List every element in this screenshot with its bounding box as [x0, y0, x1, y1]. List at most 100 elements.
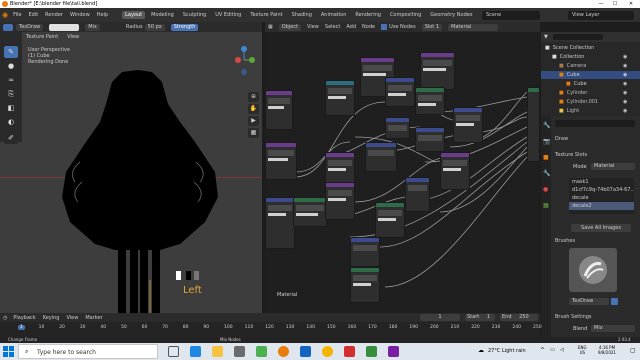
visibility-eye-icon[interactable]: ◉ — [623, 80, 627, 88]
texture-tab-icon[interactable]: ▦ — [543, 202, 549, 209]
brush-name-field[interactable]: TexDraw — [569, 298, 609, 305]
grid-view-icon[interactable]: ▦ — [248, 128, 259, 138]
fake-user-icon[interactable] — [611, 298, 618, 305]
minimize-button[interactable]: — — [594, 0, 608, 8]
taskbar-search-box[interactable]: ⌕ Type here to search — [18, 344, 158, 359]
workspace-tab-shading[interactable]: Shading — [289, 11, 315, 19]
menu-render[interactable]: Render — [45, 12, 63, 18]
tool-tab-icon[interactable]: 🔧 — [543, 122, 550, 129]
store-icon[interactable] — [234, 346, 245, 357]
app-icon[interactable] — [388, 346, 399, 357]
app-icon[interactable] — [366, 346, 377, 357]
notifications-icon[interactable]: ▢ — [630, 347, 636, 354]
timeline-menu-playback[interactable]: Playback — [13, 315, 35, 321]
editor-type-icon[interactable]: ◷ — [3, 315, 7, 321]
brush-preview-thumbnail[interactable] — [569, 248, 617, 292]
visibility-eye-icon[interactable]: ◉ — [623, 53, 627, 61]
edge-browser-icon[interactable] — [190, 346, 201, 357]
outliner-row-scene-collection[interactable]: ■ Scene Collection — [541, 44, 640, 52]
texture-slot-item[interactable]: mask1 — [569, 178, 634, 186]
workspace-tab-texture-paint[interactable]: Texture Paint — [247, 11, 285, 19]
file-explorer-icon[interactable] — [212, 346, 223, 357]
current-frame-field[interactable]: 1 — [420, 314, 460, 321]
math-node[interactable] — [385, 117, 410, 139]
add-menu[interactable]: Add — [346, 24, 356, 30]
texture-slot-item[interactable]: decale — [569, 194, 634, 202]
clone-tool-icon[interactable]: ⎘ — [4, 88, 18, 100]
visibility-eye-icon[interactable]: ◉ — [623, 98, 627, 106]
mode-selector[interactable]: Material — [591, 163, 635, 170]
mix-node[interactable] — [350, 237, 380, 267]
mix-node[interactable] — [265, 197, 295, 249]
radius-field[interactable]: 50 px — [144, 23, 165, 31]
close-button[interactable]: ✕ — [624, 0, 638, 8]
chrome-app-icon[interactable] — [322, 346, 333, 357]
brush-icon[interactable] — [3, 23, 13, 31]
pan-icon[interactable]: ✋ — [248, 104, 259, 114]
windows-start-icon[interactable] — [3, 346, 14, 357]
texture-slot-item[interactable]: d1cf7c9q-74b07a34-67... — [569, 186, 634, 194]
outliner-row-light[interactable]: ■ Light ◉ — [541, 107, 640, 115]
spotify-icon[interactable] — [256, 346, 267, 357]
shader-type-selector[interactable]: Object — [278, 23, 302, 31]
network-icon[interactable]: ▭ — [550, 347, 555, 353]
smear-tool-icon[interactable]: ≈ — [4, 74, 18, 86]
language-indicator[interactable]: ENG US — [578, 345, 587, 355]
brush-color-swatch[interactable] — [49, 23, 80, 31]
end-frame-field[interactable]: End 250 — [500, 314, 538, 321]
workspace-tab-modeling[interactable]: Modeling — [148, 11, 177, 19]
workspace-tab-sculpting[interactable]: Sculpting — [180, 11, 209, 19]
visibility-eye-icon[interactable]: ◉ — [623, 62, 627, 70]
object-tab-icon[interactable]: ■ — [543, 154, 549, 161]
weather-text[interactable]: 27°C Light rain — [488, 348, 526, 354]
workspace-tab-rendering[interactable]: Rendering — [352, 11, 384, 19]
workspace-tab-uv-editing[interactable]: UV Editing — [212, 11, 244, 19]
mask-tool-icon[interactable]: ◐ — [4, 116, 18, 128]
render-tab-icon[interactable]: 📷 — [543, 138, 550, 145]
mix-node[interactable] — [385, 77, 415, 107]
principled-bsdf-node[interactable] — [527, 87, 540, 162]
color-ramp-node[interactable] — [415, 87, 445, 115]
image-texture-node[interactable] — [265, 142, 297, 180]
texture-coordinate-node[interactable] — [265, 90, 293, 130]
slot-selector[interactable]: Slot 1 — [421, 23, 443, 31]
outliner-row-cylinder-001[interactable]: ■ Cylinder.001 ◉ — [541, 98, 640, 106]
draw-tool-icon[interactable]: ✎ — [4, 46, 18, 58]
timeline-menu-view[interactable]: View — [66, 315, 78, 321]
blender-app-icon[interactable] — [278, 346, 289, 357]
view-layer-selector[interactable]: View Layer — [568, 10, 634, 20]
mapping-node[interactable] — [325, 80, 355, 116]
mix-node[interactable] — [405, 177, 430, 212]
material-tab-icon[interactable]: ● — [543, 186, 548, 193]
workspace-tab-geometry-nodes[interactable]: Geometry Nodes — [427, 11, 475, 19]
menu-file[interactable]: File — [13, 12, 21, 18]
volume-icon[interactable]: ◁ — [560, 347, 564, 353]
app-icon[interactable] — [344, 346, 355, 357]
color-ramp-node[interactable] — [375, 202, 405, 238]
color-ramp-node[interactable] — [293, 197, 327, 227]
timeline[interactable]: ◷ Playback Keying View Marker 1 Start 1 End… — [0, 313, 542, 337]
menu-window[interactable]: Window — [70, 12, 90, 18]
workspace-tab-layout[interactable]: Layout — [122, 11, 146, 19]
brushes-panel-title[interactable]: Brushes — [555, 238, 575, 244]
tray-chevron-icon[interactable]: ^ — [540, 347, 545, 354]
visibility-eye-icon[interactable]: ◉ — [623, 71, 627, 79]
soften-tool-icon[interactable]: ● — [4, 60, 18, 72]
strength-field[interactable]: Strength — [170, 23, 199, 31]
outliner-row-cylinder[interactable]: ■ Cylinder ◉ — [541, 89, 640, 97]
blend-selector[interactable]: Mix — [591, 325, 635, 332]
mix-node[interactable] — [415, 127, 445, 152]
word-app-icon[interactable] — [300, 346, 311, 357]
properties-search-input[interactable] — [555, 120, 635, 127]
workspace-tab-compositing[interactable]: Compositing — [387, 11, 424, 19]
navigation-gizmo[interactable] — [232, 44, 260, 80]
zoom-icon[interactable]: ⊕ — [248, 92, 259, 102]
node-menu[interactable]: Node — [362, 24, 375, 30]
modifier-tab-icon[interactable]: 🔧 — [543, 170, 550, 177]
view-menu[interactable]: View — [307, 24, 319, 30]
outliner-row-cube[interactable]: ■ Cube ◉ — [541, 80, 640, 88]
visibility-eye-icon[interactable]: ◉ — [623, 89, 627, 97]
use-nodes-checkbox[interactable] — [381, 24, 388, 30]
outliner-row-cube[interactable]: ■ Cube ◉ — [541, 71, 640, 79]
mix-node[interactable] — [453, 107, 483, 143]
